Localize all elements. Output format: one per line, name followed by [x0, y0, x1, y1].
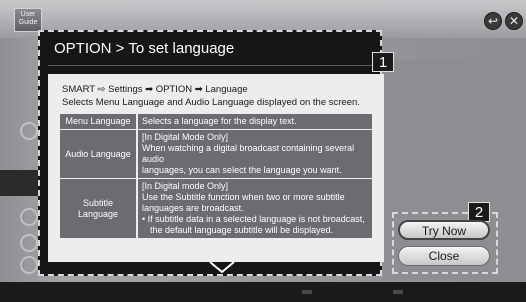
- try-now-button[interactable]: Try Now: [398, 220, 490, 240]
- background-left-menu: [0, 110, 40, 280]
- table-row: Audio Language [In Digital Mode Only] Wh…: [60, 129, 372, 179]
- row-line: Use the Subtitle function when two or mo…: [142, 192, 345, 202]
- row-description: [In Digital mode Only] Use the Subtitle …: [136, 178, 372, 239]
- close-glyph: ✕: [508, 14, 520, 28]
- row-line: languages, you can select the language y…: [142, 165, 342, 175]
- back-glyph: ↩: [487, 14, 499, 28]
- menu-path: SMART ⇨ Settings ➡ OPTION ➡ Language: [62, 84, 248, 95]
- row-label: Subtitle Language: [60, 178, 137, 239]
- logo-text-line1: User: [20, 11, 36, 18]
- user-guide-logo: User Guide: [14, 8, 42, 32]
- bottom-bar: [0, 282, 526, 302]
- title-divider: [48, 65, 372, 66]
- marker-badge-2: 2: [468, 202, 490, 222]
- menu-icon: [20, 122, 38, 140]
- menu-icon: [20, 256, 38, 274]
- table-row: Menu Language Selects a language for the…: [60, 114, 372, 130]
- menu-icon: [20, 234, 38, 252]
- row-line: Selects a language for the display text.: [142, 116, 297, 126]
- row-line: the default language subtitle will be di…: [150, 225, 334, 235]
- dialog-title: OPTION > To set language: [54, 40, 235, 57]
- row-line: [In Digital Mode Only]: [142, 132, 229, 142]
- row-line: languages are broadcast.: [142, 203, 244, 213]
- row-description: Selects a language for the display text.: [136, 114, 372, 130]
- row-line: When watching a digital broadcast contai…: [142, 143, 355, 164]
- nav-marker: [302, 290, 312, 294]
- row-line: • If subtitle data in a selected languag…: [142, 214, 365, 224]
- row-description: [In Digital Mode Only] When watching a d…: [136, 129, 372, 179]
- nav-marker: [393, 290, 403, 294]
- close-x-icon[interactable]: ✕: [505, 12, 523, 30]
- row-line: [In Digital mode Only]: [142, 181, 229, 191]
- table-row: Subtitle Language [In Digital mode Only]…: [60, 178, 372, 239]
- description: Selects Menu Language and Audio Language…: [62, 97, 360, 108]
- close-button[interactable]: Close: [398, 246, 490, 266]
- chevron-down-icon[interactable]: [208, 260, 236, 274]
- row-label: Menu Language: [60, 114, 137, 130]
- marker-badge-1: 1: [372, 52, 394, 72]
- row-label: Audio Language: [60, 129, 137, 179]
- menu-icon: [20, 208, 38, 226]
- help-dialog: OPTION > To set language SMART ⇨ Setting…: [38, 30, 384, 276]
- selected-menu-row: [0, 170, 40, 196]
- dialog-body[interactable]: SMART ⇨ Settings ➡ OPTION ➡ Language Sel…: [48, 74, 384, 262]
- back-arrow-icon[interactable]: ↩: [484, 12, 502, 30]
- logo-text-line2: Guide: [18, 19, 38, 26]
- options-table: Menu Language Selects a language for the…: [60, 114, 372, 239]
